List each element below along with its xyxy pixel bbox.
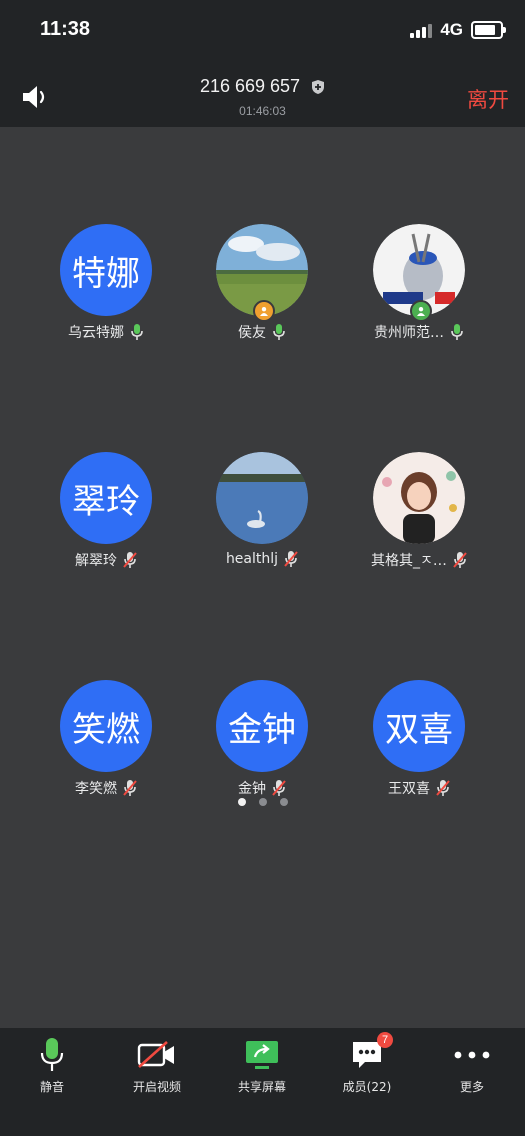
more-label: 更多 — [459, 1080, 484, 1094]
mic-muted-icon — [453, 552, 467, 568]
avatar — [373, 452, 465, 544]
video-off-icon — [137, 1041, 174, 1068]
participant-tile[interactable]: 笑燃 李笑燃 — [26, 680, 186, 798]
cartoon-avatar — [373, 452, 465, 544]
participant-name: 王双喜 — [388, 781, 430, 797]
page-dot[interactable] — [258, 798, 267, 806]
chat-count-badge: 7 — [377, 1032, 393, 1048]
mic-muted-icon — [123, 780, 137, 796]
participant-tile[interactable]: 贵州师范… — [339, 224, 499, 342]
avatar — [216, 452, 308, 544]
participant-tile[interactable]: 双喜 王双喜 — [339, 680, 499, 798]
mic-on-icon — [451, 324, 463, 340]
participant-name: 李笑燃 — [75, 781, 117, 797]
signal-icon — [410, 22, 433, 38]
mute-label: 静音 — [39, 1080, 64, 1094]
share-screen-button[interactable]: 共享屏幕 — [210, 1036, 314, 1095]
host-badge-icon — [253, 300, 275, 322]
status-indicators: 4G — [410, 20, 506, 40]
participant-tile[interactable]: 其格其_ㅈ… — [339, 452, 499, 570]
mic-muted-icon — [272, 780, 286, 796]
participant-tile[interactable]: 侯友 — [182, 224, 342, 342]
participant-name: 乌云特娜 — [68, 325, 124, 341]
avatar: 翠玲 — [60, 452, 152, 544]
mic-on-icon — [273, 324, 285, 340]
status-time: 11:38 — [40, 18, 91, 40]
lake-photo — [216, 452, 308, 544]
mic-muted-icon — [123, 552, 137, 568]
top-bar: 11:38 4G 216 669 657 01:46:03 离开 — [0, 0, 525, 127]
members-label: 成员(22) — [342, 1080, 392, 1094]
participant-name: healthlj — [225, 551, 279, 567]
meeting-id[interactable]: 216 669 657 — [0, 76, 525, 97]
page-dot[interactable] — [279, 798, 288, 806]
leave-button[interactable]: 离开 — [467, 84, 509, 114]
participant-tile[interactable]: 金钟 金钟 — [182, 680, 342, 798]
participant-tile[interactable]: 特娜 乌云特娜 — [26, 224, 186, 342]
avatar: 金钟 — [216, 680, 308, 772]
more-dots-icon — [454, 1051, 490, 1059]
participant-tile[interactable]: healthlj — [182, 452, 342, 568]
page-dot[interactable] — [237, 798, 246, 806]
start-video-label: 开启视频 — [132, 1080, 181, 1094]
meeting-duration: 01:46:03 — [239, 104, 286, 118]
avatar: 笑燃 — [60, 680, 152, 772]
battery-icon — [471, 21, 506, 39]
participant-name: 侯友 — [238, 325, 266, 341]
participant-name: 金钟 — [238, 781, 266, 797]
share-screen-label: 共享屏幕 — [237, 1080, 286, 1094]
mic-on-icon — [131, 324, 143, 340]
share-screen-icon — [246, 1041, 278, 1069]
shield-icon — [312, 80, 325, 95]
page-indicator[interactable] — [0, 798, 525, 806]
more-button[interactable]: 更多 — [420, 1036, 524, 1095]
start-video-button[interactable]: 开启视频 — [105, 1036, 209, 1095]
microphone-icon — [40, 1038, 64, 1071]
mute-button[interactable]: 静音 — [0, 1036, 104, 1095]
mic-muted-icon — [284, 551, 298, 567]
avatar — [373, 224, 465, 322]
network-type: 4G — [440, 20, 463, 39]
members-button[interactable]: 7 成员(22) — [315, 1032, 419, 1095]
participant-tile[interactable]: 翠玲 解翠玲 — [26, 452, 186, 570]
avatar: 特娜 — [60, 224, 152, 316]
participant-name: 其格其_ㅈ… — [371, 553, 447, 569]
avatar — [216, 224, 308, 322]
participant-name: 贵州师范… — [374, 325, 444, 341]
participant-name: 解翠玲 — [75, 553, 117, 569]
avatar: 双喜 — [373, 680, 465, 772]
bottom-toolbar: 静音 开启视频 共享屏幕 7 成员(22) 更多 — [0, 1028, 525, 1136]
mic-muted-icon — [436, 780, 450, 796]
cohost-badge-icon — [410, 300, 432, 322]
meeting-id-text: 216 669 657 — [199, 76, 301, 96]
